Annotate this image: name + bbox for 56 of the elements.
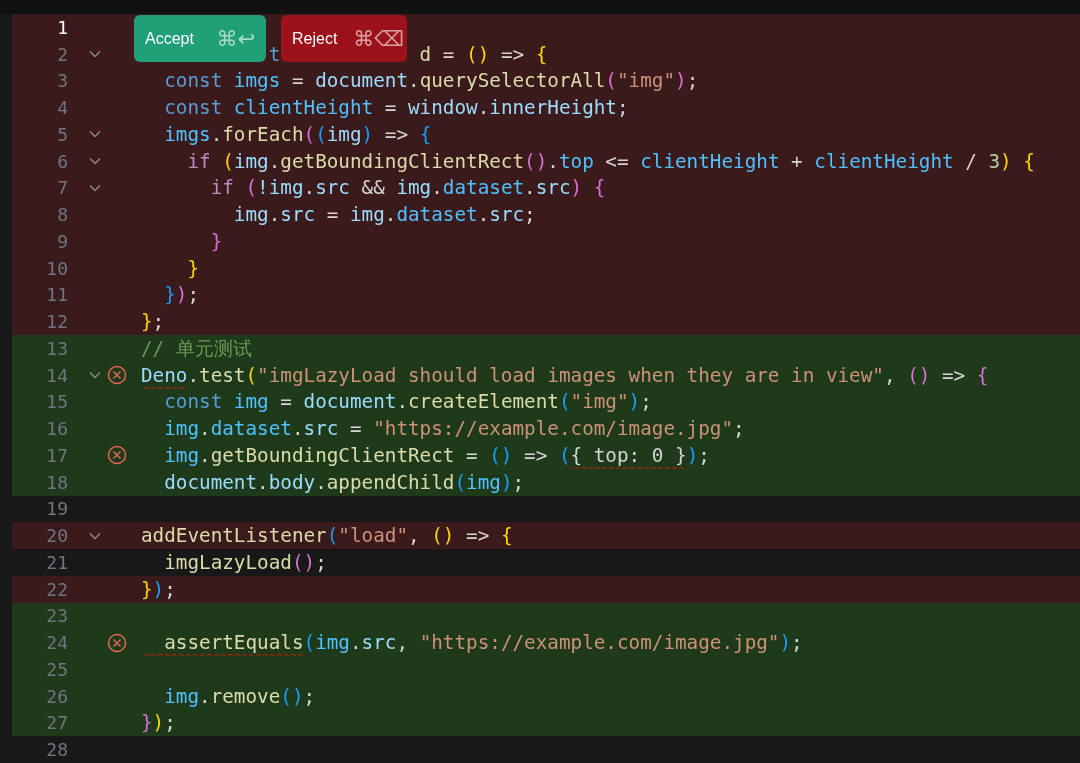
line-number: 14 (45, 364, 68, 386)
line-number: 10 (45, 257, 68, 279)
line-number: 8 (56, 204, 68, 226)
fold-icon[interactable] (89, 183, 101, 192)
line-number: 12 (45, 311, 68, 333)
line-number: 9 (56, 230, 68, 252)
code-text: addEventListener("load", () => { (141, 524, 513, 548)
code-text: if (!img.src && img.dataset.src) { (209, 176, 606, 200)
code-text: img.getBoundingClientRect = () => ({ top: 0 }); (163, 443, 710, 467)
line-number: 15 (45, 391, 68, 413)
fold-icon[interactable] (89, 130, 101, 139)
line-number: 7 (56, 177, 68, 199)
code-text: } (209, 229, 223, 253)
code-text: imgLazyLoad(); (163, 550, 327, 574)
line-number: 2 (56, 43, 68, 65)
code-text: } (186, 256, 200, 280)
line-number: 11 (45, 284, 68, 306)
line-number: 3 (56, 70, 68, 92)
code-text: document.body.appendChild(img); (163, 470, 525, 494)
code-text: Deno.test("imgLazyLoad should load images when they are in view", () => { (141, 363, 989, 387)
line-number: 16 (45, 418, 68, 440)
fold-icon[interactable] (89, 371, 101, 380)
line-number: 21 (45, 551, 68, 573)
line-number: 17 (45, 444, 68, 466)
code-text: }; (141, 310, 165, 334)
code-text: img.dataset.src = "https://example.com/image.jpg"; (163, 417, 745, 441)
line-number: 24 (45, 632, 68, 654)
code-text: img.src = img.dataset.src; (232, 203, 536, 227)
code-text: const clientHeight = window.innerHeight; (163, 96, 629, 120)
line-number: 28 (45, 739, 68, 761)
code-text: }); (141, 711, 176, 735)
code-text: img.remove(); (163, 684, 316, 708)
line-number: 20 (45, 525, 68, 547)
line-number: 6 (56, 150, 68, 172)
code-comment: // 单元测试 (141, 335, 252, 362)
code-text: }); (163, 283, 200, 307)
line-number: 25 (45, 658, 68, 680)
line-number: 27 (45, 712, 68, 734)
line-number: 23 (45, 605, 68, 627)
code-text: const img = document.createElement("img"); (163, 390, 652, 414)
line-number: 4 (56, 97, 68, 119)
code-text: }); (141, 577, 176, 601)
code-text: assertEquals(img.src, "https://example.com/image.jpg"); (163, 631, 803, 655)
line-number: 5 (56, 123, 68, 145)
line-number: 22 (45, 578, 68, 600)
code-text: imgs.forEach((img) => { (163, 122, 432, 146)
line-number: 18 (45, 471, 68, 493)
line-number: 13 (45, 337, 68, 359)
fold-icon[interactable] (89, 157, 101, 166)
code-text: if (img.getBoundingClientRect().top <= clientHeight + clientHeight / 3) { (186, 149, 1035, 173)
line-number: 26 (45, 685, 68, 707)
line-number: 19 (45, 498, 68, 520)
fold-icon[interactable] (89, 50, 101, 59)
line-number: 1 (56, 16, 68, 38)
code-text: const imgs = document.querySelectorAll("img"); (163, 69, 699, 93)
fold-icon[interactable] (89, 531, 101, 540)
